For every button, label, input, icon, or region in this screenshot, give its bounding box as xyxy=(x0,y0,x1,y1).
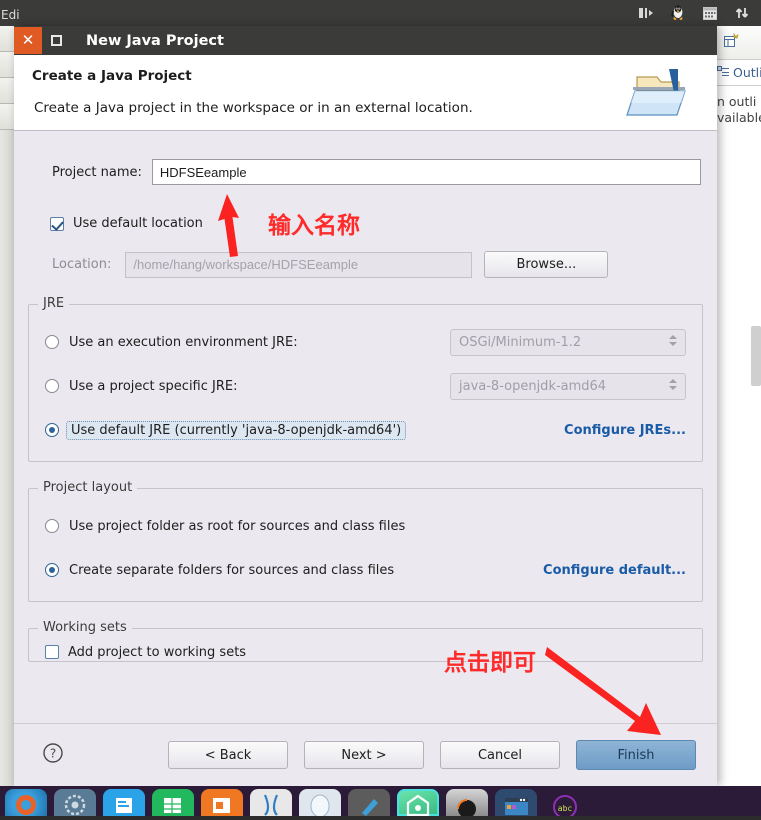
layout-separate-folders-row[interactable]: Create separate folders for sources and … xyxy=(45,555,686,585)
project-specific-jre-combo-value: java-8-openjdk-amd64 xyxy=(459,378,607,394)
outline-body: n outli vailable xyxy=(715,86,761,126)
use-default-location-checkbox[interactable] xyxy=(50,216,64,231)
close-glyph: ✕ xyxy=(21,31,35,49)
presentation-icon[interactable] xyxy=(201,789,243,816)
location-row: Location: Browse... xyxy=(28,251,703,278)
outline-tab-label: Outli xyxy=(733,65,761,80)
dialog-header: Create a Java Project Create a Java proj… xyxy=(14,55,717,131)
annotation-label-enter-name: 输入名称 xyxy=(268,213,360,239)
jre-execution-environment-label: Use an execution environment JRE: xyxy=(69,334,298,350)
outline-toolbar xyxy=(715,26,761,60)
system-top-bar xyxy=(0,0,761,26)
layout-project-folder-row[interactable]: Use project folder as root for sources a… xyxy=(45,511,686,541)
working-sets-group: Working sets Add project to working sets xyxy=(28,620,703,662)
spinner-arrows-icon[interactable] xyxy=(669,378,677,390)
firefox-icon[interactable] xyxy=(5,789,47,816)
amazon-icon[interactable] xyxy=(250,789,292,816)
project-name-row: Project name: xyxy=(28,159,703,185)
settings-icon[interactable] xyxy=(54,789,96,816)
next-button[interactable]: Next > xyxy=(304,741,424,769)
text-editor-icon[interactable]: abc xyxy=(544,789,586,819)
project-name-label: Project name: xyxy=(52,164,142,180)
outline-scrollbar[interactable] xyxy=(751,326,761,386)
outline-message-line-2: vailable xyxy=(717,110,761,125)
jre-group-box: Use an execution environment JRE: OSGi/M… xyxy=(28,304,703,462)
jre-group-title: JRE xyxy=(38,296,70,311)
editor-menu-text: Edi xyxy=(1,8,20,22)
browse-button[interactable]: Browse... xyxy=(484,251,609,278)
add-to-working-sets-label: Add project to working sets xyxy=(68,644,247,660)
outline-view-panel: Outli n outli vailable xyxy=(715,26,761,786)
eclipse-home-icon[interactable] xyxy=(397,789,439,817)
window-app-icon[interactable] xyxy=(495,789,537,816)
layout-separate-folders-radio[interactable] xyxy=(45,563,59,577)
files-icon[interactable] xyxy=(103,789,145,816)
jre-execution-environment-radio[interactable] xyxy=(45,335,59,349)
calc-icon[interactable] xyxy=(152,789,194,816)
cancel-button[interactable]: Cancel xyxy=(440,741,560,769)
back-button[interactable]: < Back xyxy=(168,741,288,769)
project-name-input[interactable] xyxy=(151,159,701,185)
system-tray xyxy=(637,4,761,22)
spinner-arrows-icon[interactable] xyxy=(669,334,677,346)
annotation-label-just-click: 点击即可 xyxy=(444,650,536,676)
page-title: Create a Java Project xyxy=(32,68,192,84)
terminal-dark-icon[interactable] xyxy=(446,789,488,818)
outline-tab[interactable]: Outli xyxy=(715,60,761,86)
jre-project-specific-row[interactable]: Use a project specific JRE: java-8-openj… xyxy=(45,371,686,401)
titlebar-fill xyxy=(164,26,717,55)
jre-project-specific-label: Use a project specific JRE: xyxy=(69,378,238,394)
new-java-project-dialog: ✕ New Java Project Create a Java Project… xyxy=(14,26,717,786)
dialog-titlebar[interactable]: ✕ New Java Project xyxy=(14,26,717,55)
jre-default-label: Use default JRE (currently 'java-8-openj… xyxy=(66,420,407,440)
use-default-location-row[interactable]: Use default location xyxy=(28,216,703,231)
jre-default-row[interactable]: Use default JRE (currently 'java-8-openj… xyxy=(45,415,686,445)
add-to-working-sets-checkbox[interactable] xyxy=(45,645,59,659)
page-subtitle: Create a Java project in the workspace o… xyxy=(34,100,473,116)
dialog-body: Project name: Use default location Locat… xyxy=(14,159,717,778)
jre-default-radio[interactable] xyxy=(45,423,59,437)
new-element-icon[interactable] xyxy=(723,32,739,53)
layout-project-folder-label: Use project folder as root for sources a… xyxy=(69,518,406,534)
outline-message-line-1: n outli xyxy=(717,94,757,109)
svg-text:abc: abc xyxy=(558,804,573,813)
configure-jres-link[interactable]: Configure JREs... xyxy=(564,423,686,438)
panel-layout-icon[interactable] xyxy=(637,4,655,22)
outline-icon xyxy=(717,63,730,82)
maximize-glyph xyxy=(50,35,62,46)
location-input xyxy=(125,251,473,278)
layout-separate-folders-label: Create separate folders for sources and … xyxy=(69,562,395,578)
close-icon[interactable]: ✕ xyxy=(14,27,42,54)
taskbar: abc xyxy=(0,786,761,819)
project-layout-group-box: Use project folder as root for sources a… xyxy=(28,488,703,602)
svg-text:?: ? xyxy=(50,747,56,761)
add-to-working-sets-row[interactable]: Add project to working sets xyxy=(45,643,686,661)
help-icon[interactable]: ? xyxy=(42,742,64,768)
finish-button[interactable]: Finish xyxy=(576,740,696,770)
configure-default-link[interactable]: Configure default... xyxy=(543,563,686,578)
working-sets-group-title: Working sets xyxy=(38,620,132,635)
dialog-title: New Java Project xyxy=(86,32,224,49)
jre-project-specific-radio[interactable] xyxy=(45,379,59,393)
execution-environment-combo-value: OSGi/Minimum-1.2 xyxy=(459,334,582,350)
use-default-location-label: Use default location xyxy=(73,216,203,231)
java-project-folder-icon xyxy=(623,61,697,127)
help-icon[interactable] xyxy=(348,789,390,816)
project-layout-group-title: Project layout xyxy=(38,480,138,495)
calendar-icon[interactable] xyxy=(701,4,719,22)
linux-penguin-icon[interactable] xyxy=(669,4,687,22)
layout-project-folder-radio[interactable] xyxy=(45,519,59,533)
network-updown-icon[interactable] xyxy=(733,4,751,22)
location-label: Location: xyxy=(52,257,112,272)
dialog-button-bar: ? < Back Next > Cancel Finish xyxy=(14,723,717,786)
project-specific-jre-combo[interactable]: java-8-openjdk-amd64 xyxy=(450,372,686,400)
jre-group: JRE Use an execution environment JRE: OS… xyxy=(28,296,703,462)
maximize-icon[interactable] xyxy=(42,27,70,54)
ubuntu-software-icon[interactable] xyxy=(299,789,341,818)
jre-execution-environment-row[interactable]: Use an execution environment JRE: OSGi/M… xyxy=(45,327,686,357)
project-layout-group: Project layout Use project folder as roo… xyxy=(28,480,703,602)
execution-environment-combo[interactable]: OSGi/Minimum-1.2 xyxy=(450,328,686,356)
